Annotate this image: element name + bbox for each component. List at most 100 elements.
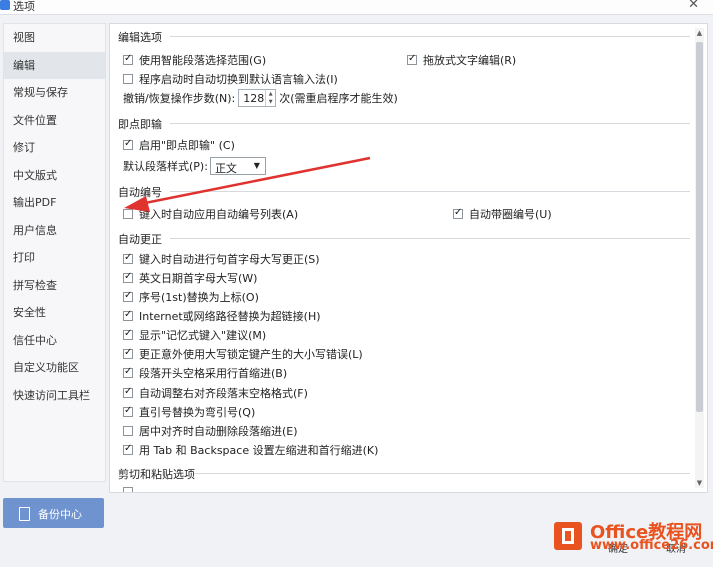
- sidebar-item-edit[interactable]: 编辑: [4, 51, 105, 79]
- auto-correct-label: 用 Tab 和 Backspace 设置左缩进和首行缩进(K): [139, 444, 379, 457]
- auto-list-option[interactable]: 键入时自动应用自动编号列表(A): [123, 206, 298, 222]
- sidebar-item-revision[interactable]: 修订: [4, 134, 105, 162]
- section-divider: [170, 191, 690, 192]
- auto-correct-label: 显示"记忆式键入"建议(M): [139, 329, 267, 342]
- section-divider: [170, 238, 690, 239]
- backup-center-label: 备份中心: [38, 508, 82, 521]
- office-logo-icon: [554, 522, 582, 550]
- auto-correct-item[interactable]: 段落开头空格采用行首缩进(B): [123, 365, 287, 381]
- auto-correct-checkbox[interactable]: [123, 426, 133, 436]
- auto-correct-item[interactable]: 键入时自动进行句首字母大写更正(S): [123, 251, 320, 267]
- auto-circle-option[interactable]: 自动带圈编号(U): [453, 206, 552, 222]
- options-panel: 编辑选项 使用智能段落选择范围(G) 拖放式文字编辑(R) 程序启动时自动切换到…: [109, 23, 708, 493]
- auto-correct-checkbox[interactable]: [123, 252, 133, 264]
- smart-para-select-checkbox[interactable]: [123, 53, 133, 65]
- auto-correct-label: 段落开头空格采用行首缩进(B): [139, 367, 288, 380]
- auto-correct-checkbox[interactable]: [123, 290, 133, 302]
- sidebar-item-trust-center[interactable]: 信任中心: [4, 327, 105, 355]
- auto-correct-checkbox[interactable]: [123, 309, 133, 321]
- auto-correct-checkbox[interactable]: [123, 271, 133, 283]
- sidebar-item-view[interactable]: 视图: [4, 24, 105, 52]
- auto-correct-label: 自动调整右对齐段落末空格格式(F): [139, 387, 308, 400]
- smart-para-select-option[interactable]: 使用智能段落选择范围(G): [123, 52, 266, 68]
- drag-text-edit-option[interactable]: 拖放式文字编辑(R): [407, 52, 516, 68]
- scroll-thumb[interactable]: [696, 42, 703, 412]
- default-style-row: 默认段落样式(P): 正文 ▼: [123, 157, 266, 175]
- auto-correct-checkbox[interactable]: [123, 386, 133, 398]
- clipboard-option-partial[interactable]: [123, 487, 139, 492]
- section-auto-numbering-title: 自动编号: [118, 186, 162, 199]
- undo-steps-value: 128: [243, 92, 265, 105]
- app-icon: [0, 0, 10, 10]
- auto-correct-item[interactable]: 用 Tab 和 Backspace 设置左缩进和首行缩进(K): [123, 442, 378, 458]
- click-type-enable-checkbox[interactable]: [123, 138, 133, 150]
- auto-correct-checkbox[interactable]: [123, 328, 133, 340]
- auto-correct-item[interactable]: 自动调整右对齐段落末空格格式(F): [123, 385, 308, 401]
- auto-correct-item[interactable]: 显示"记忆式键入"建议(M): [123, 327, 266, 343]
- default-style-select[interactable]: 正文 ▼: [209, 157, 266, 175]
- auto-correct-checkbox[interactable]: [123, 443, 133, 455]
- sidebar-item-print[interactable]: 打印: [4, 244, 105, 272]
- section-edit-options-title: 编辑选项: [118, 31, 162, 44]
- section-click-type-title: 即点即输: [118, 118, 162, 131]
- auto-correct-item[interactable]: 序号(1st)替换为上标(O): [123, 289, 259, 305]
- default-style-label: 默认段落样式(P):: [123, 160, 208, 173]
- window-title: 选项: [13, 0, 35, 13]
- stepper-arrows-icon[interactable]: ▲ ▼: [265, 90, 275, 106]
- title-bar: 选项 ✕: [0, 0, 713, 15]
- sidebar-item-spell-check[interactable]: 拼写检查: [4, 272, 105, 300]
- auto-correct-item[interactable]: 居中对齐时自动删除段落缩进(E): [123, 423, 298, 439]
- auto-correct-item[interactable]: 直引号替换为弯引号(Q): [123, 404, 255, 420]
- auto-correct-item[interactable]: 英文日期首字母大写(W): [123, 270, 257, 286]
- auto-circle-checkbox[interactable]: [453, 207, 463, 219]
- undo-steps-note: 次(需重启程序才能生效): [279, 92, 398, 105]
- section-divider: [170, 36, 690, 37]
- section-auto-correct-title: 自动更正: [118, 233, 162, 246]
- auto-list-checkbox[interactable]: [123, 209, 133, 219]
- auto-switch-ime-label: 程序启动时自动切换到默认语言输入法(I): [139, 73, 338, 86]
- auto-list-label: 键入时自动应用自动编号列表(A): [139, 208, 299, 221]
- auto-switch-ime-option[interactable]: 程序启动时自动切换到默认语言输入法(I): [123, 71, 338, 87]
- auto-correct-label: 更正意外使用大写锁定键产生的大小写错误(L): [139, 348, 363, 361]
- auto-correct-label: Internet或网络路径替换为超链接(H): [139, 310, 321, 323]
- sidebar-item-user-info[interactable]: 用户信息: [4, 217, 105, 245]
- watermark-site-url: www.office26.com: [590, 538, 713, 553]
- auto-circle-label: 自动带圈编号(U): [469, 208, 552, 221]
- options-sidebar: 视图 编辑 常规与保存 文件位置 修订 中文版式 输出PDF 用户信息 打印 拼…: [3, 23, 106, 482]
- auto-correct-checkbox[interactable]: [123, 347, 133, 359]
- auto-correct-label: 英文日期首字母大写(W): [139, 272, 258, 285]
- auto-switch-ime-checkbox[interactable]: [123, 74, 133, 84]
- auto-correct-item[interactable]: 更正意外使用大写锁定键产生的大小写错误(L): [123, 346, 363, 362]
- backup-center-button[interactable]: 备份中心: [3, 498, 104, 528]
- undo-steps-label: 撤销/恢复操作步数(N):: [123, 92, 236, 105]
- vertical-scrollbar[interactable]: ▲ ▼: [695, 28, 704, 488]
- sidebar-item-quick-access[interactable]: 快速访问工具栏: [4, 382, 105, 410]
- click-type-enable-label: 启用"即点即输" (C): [139, 139, 235, 152]
- sidebar-item-security[interactable]: 安全性: [4, 299, 105, 327]
- section-divider: [170, 123, 690, 124]
- section-clipboard-title: 剪切和粘贴选项: [118, 468, 195, 481]
- chevron-down-icon: ▼: [253, 161, 260, 170]
- sidebar-item-file-location[interactable]: 文件位置: [4, 107, 105, 135]
- auto-correct-item[interactable]: Internet或网络路径替换为超链接(H): [123, 308, 321, 324]
- auto-correct-label: 居中对齐时自动删除段落缩进(E): [139, 425, 298, 438]
- close-icon[interactable]: ✕: [688, 0, 699, 12]
- undo-steps-row: 撤销/恢复操作步数(N): 128 ▲ ▼ 次(需重启程序才能生效): [123, 89, 398, 107]
- auto-correct-checkbox[interactable]: [123, 366, 133, 378]
- auto-correct-checkbox[interactable]: [123, 405, 133, 417]
- sidebar-item-output-pdf[interactable]: 输出PDF: [4, 189, 105, 217]
- sidebar-item-general-save[interactable]: 常规与保存: [4, 79, 105, 107]
- drag-text-edit-label: 拖放式文字编辑(R): [423, 54, 517, 67]
- clipboard-checkbox[interactable]: [123, 487, 133, 492]
- default-style-value: 正文: [214, 162, 237, 175]
- click-type-enable-option[interactable]: 启用"即点即输" (C): [123, 137, 235, 153]
- sidebar-item-chinese-layout[interactable]: 中文版式: [4, 162, 105, 190]
- undo-steps-stepper[interactable]: 128 ▲ ▼: [238, 89, 277, 107]
- drag-text-edit-checkbox[interactable]: [407, 53, 417, 65]
- scroll-up-icon[interactable]: ▲: [695, 28, 704, 38]
- auto-correct-label: 直引号替换为弯引号(Q): [139, 406, 256, 419]
- scroll-down-icon[interactable]: ▼: [695, 478, 704, 488]
- backup-icon: [19, 507, 30, 521]
- smart-para-select-label: 使用智能段落选择范围(G): [139, 54, 267, 67]
- sidebar-item-customize-ribbon[interactable]: 自定义功能区: [4, 354, 105, 382]
